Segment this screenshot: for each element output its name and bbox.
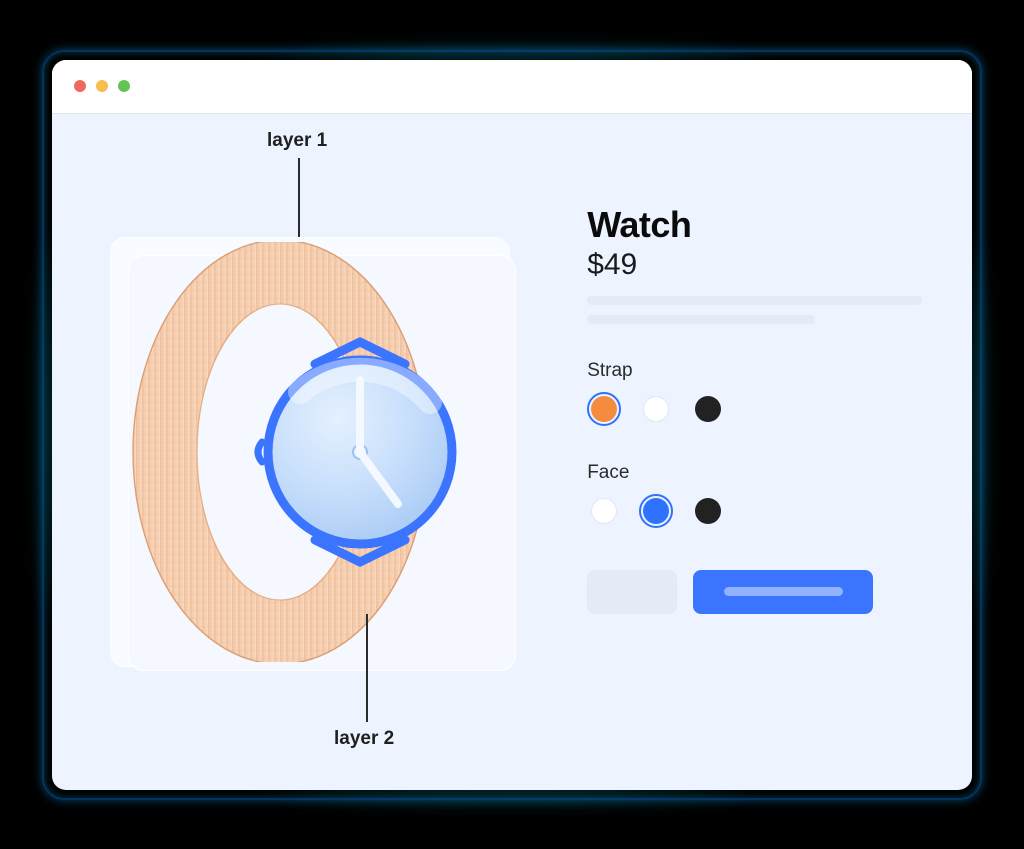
strap-option-label: Strap xyxy=(587,360,922,382)
annotation-layer-2: layer 2 xyxy=(334,728,394,750)
minimize-icon[interactable] xyxy=(96,80,108,92)
close-icon[interactable] xyxy=(74,80,86,92)
description-placeholder-line xyxy=(587,296,922,305)
button-label-placeholder xyxy=(724,587,843,596)
annotation-line-1 xyxy=(298,158,300,238)
watch-face-icon xyxy=(268,360,452,544)
strap-swatch-row xyxy=(587,392,922,426)
product-title: Watch xyxy=(587,204,922,246)
strap-swatch-orange[interactable] xyxy=(587,392,621,426)
strap-swatch-black[interactable] xyxy=(691,392,725,426)
description-placeholder-line xyxy=(587,315,815,324)
product-image-stack xyxy=(110,237,510,667)
annotation-line-2 xyxy=(366,614,368,722)
watch-crown-icon xyxy=(258,442,262,462)
product-price: $49 xyxy=(587,248,922,282)
action-row xyxy=(587,570,922,614)
face-swatch-blue[interactable] xyxy=(639,494,673,528)
product-details-panel: Watch $49 Strap Face xyxy=(567,114,972,790)
product-preview-panel: layer 1 xyxy=(52,114,567,790)
window-content: layer 1 xyxy=(52,114,972,790)
annotation-layer-1: layer 1 xyxy=(267,130,327,152)
browser-window: layer 1 xyxy=(52,60,972,790)
face-option-label: Face xyxy=(587,462,922,484)
face-swatch-black[interactable] xyxy=(691,494,725,528)
window-glow: layer 1 xyxy=(52,60,972,790)
strap-swatch-white[interactable] xyxy=(639,392,673,426)
secondary-action-button[interactable] xyxy=(587,570,677,614)
face-swatch-white[interactable] xyxy=(587,494,621,528)
primary-action-button[interactable] xyxy=(693,570,873,614)
watch-illustration xyxy=(130,242,490,662)
zoom-icon[interactable] xyxy=(118,80,130,92)
face-swatch-row xyxy=(587,494,922,528)
window-titlebar xyxy=(52,60,972,114)
